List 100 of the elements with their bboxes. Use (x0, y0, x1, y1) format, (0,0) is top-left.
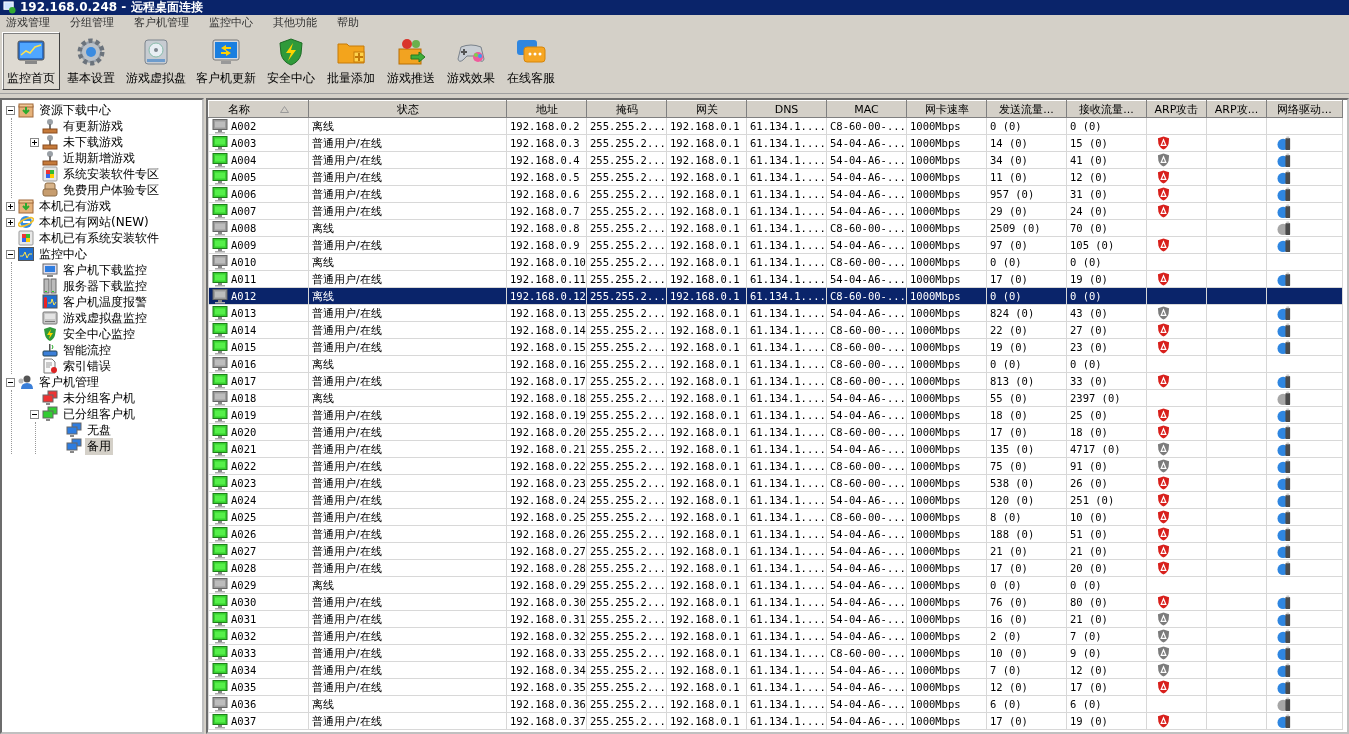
collapse-icon[interactable] (6, 249, 15, 259)
table-row[interactable]: A036 离线 192.168.0.36 255.255.2... 192.168.0.1 61.134.1.... 54-04-A6-... 1000Mbps 6 (0) 6 (0) (208, 695, 1343, 713)
menu-item[interactable]: 客户机管理 (134, 14, 189, 30)
menu-item[interactable]: 游戏管理 (6, 14, 50, 30)
tree-item[interactable]: 资源下载中心 (37, 101, 113, 119)
tree-item[interactable]: 近期新增游戏 (61, 149, 137, 167)
table-row[interactable]: A037 普通用户/在线 192.168.0.37 255.255.2... 192.168.0.1 61.134.1.... 54-04-A6-... 1000Mbps 17 (0) 19 (0) (208, 712, 1343, 730)
collapse-icon[interactable] (6, 377, 15, 387)
table-cell: 普通用户/在线 (308, 661, 507, 679)
column-header[interactable]: 地址 (506, 100, 587, 118)
table-row[interactable]: A032 普通用户/在线 192.168.0.32 255.255.2... 192.168.0.1 61.134.1.... 54-04-A6-... 1000Mbps 2 (0) 7 (0) (208, 627, 1343, 645)
table-row[interactable]: A012 离线 192.168.0.12 255.255.2... 192.168.0.1 61.134.1.... C8-60-00-... 1000Mbps 0 (0) 0 (0) (208, 287, 1343, 305)
tree-item[interactable]: 监控中心 (37, 245, 89, 263)
table-row[interactable]: A011 普通用户/在线 192.168.0.11 255.255.2... 192.168.0.1 61.134.1.... 54-04-A6-... 1000Mbps 17 (0) 19 (0) (208, 270, 1343, 288)
tree-item[interactable]: 智能流控 (61, 341, 113, 359)
expand-icon[interactable] (6, 217, 15, 227)
tree-item[interactable]: 未下载游戏 (61, 133, 125, 151)
toolbar-button[interactable]: 游戏效果 (442, 32, 500, 90)
column-header[interactable]: 状态 (308, 100, 507, 118)
column-header[interactable]: 名称 (208, 100, 309, 118)
column-header[interactable]: DNS (746, 100, 827, 118)
toolbar-button[interactable]: 安全中心 (262, 32, 320, 90)
tree-item[interactable]: 本机已有游戏 (37, 197, 113, 215)
tree-item[interactable]: 本机已有网站(NEW) (37, 213, 151, 231)
toolbar-button[interactable]: 在线客服 (502, 32, 560, 90)
tree-item[interactable]: 客户机温度报警 (61, 293, 149, 311)
toolbar-button[interactable]: 基本设置 (62, 32, 120, 90)
toolbar-button[interactable]: 批量添加 (322, 32, 380, 90)
toolbar-button[interactable]: 游戏推送 (382, 32, 440, 90)
column-header[interactable]: ARP攻... (1206, 100, 1267, 118)
table-row[interactable]: A013 普通用户/在线 192.168.0.13 255.255.2... 192.168.0.1 61.134.1.... 54-04-A6-... 1000Mbps 824 (0) 43 (0) (208, 304, 1343, 322)
tree-item[interactable]: 未分组客户机 (61, 389, 137, 407)
table-cell: 1000Mbps (906, 151, 987, 169)
collapse-icon[interactable] (30, 409, 39, 419)
tree-item[interactable]: 服务器下载监控 (61, 277, 149, 295)
table-row[interactable]: A033 普通用户/在线 192.168.0.33 255.255.2... 192.168.0.1 61.134.1.... C8-60-00-... 1000Mbps 10 (0) 9 (0) (208, 644, 1343, 662)
column-header[interactable]: 接收流量... (1066, 100, 1147, 118)
column-header[interactable]: 网络驱动... (1266, 100, 1343, 118)
table-row[interactable]: A006 普通用户/在线 192.168.0.6 255.255.2... 192.168.0.1 61.134.1.... 54-04-A6-... 1000Mbps 957 (0) 31 (0) (208, 185, 1343, 203)
table-row[interactable]: A023 普通用户/在线 192.168.0.23 255.255.2... 192.168.0.1 61.134.1.... C8-60-00-... 1000Mbps 538 (0) 26 (0) (208, 474, 1343, 492)
column-header[interactable]: MAC (826, 100, 907, 118)
menu-item[interactable]: 帮助 (337, 14, 359, 30)
tree-item[interactable]: 无盘 (85, 421, 113, 439)
menu-item[interactable]: 其他功能 (273, 14, 317, 30)
table-row[interactable]: A021 普通用户/在线 192.168.0.21 255.255.2... 192.168.0.1 61.134.1.... 54-04-A6-... 1000Mbps 135 (0) 4717 (0) (208, 440, 1343, 458)
table-row[interactable]: A019 普通用户/在线 192.168.0.19 255.255.2... 192.168.0.1 61.134.1.... 54-04-A6-... 1000Mbps 18 (0) 25 (0) (208, 406, 1343, 424)
table-row[interactable]: A029 离线 192.168.0.29 255.255.2... 192.168.0.1 61.134.1.... 54-04-A6-... 1000Mbps 0 (0) 0 (0) (208, 576, 1343, 594)
table-row[interactable]: A004 普通用户/在线 192.168.0.4 255.255.2... 192.168.0.1 61.134.1.... 54-04-A6-... 1000Mbps 34 (0) 41 (0) (208, 151, 1343, 169)
expand-icon[interactable] (30, 137, 39, 147)
table-row[interactable]: A034 普通用户/在线 192.168.0.34 255.255.2... 192.168.0.1 61.134.1.... 54-04-A6-... 1000Mbps 7 (0) 12 (0) (208, 661, 1343, 679)
tree-item[interactable]: 索引错误 (61, 357, 113, 375)
table-row[interactable]: A002 离线 192.168.0.2 255.255.2... 192.168.0.1 61.134.1.... C8-60-00-... 1000Mbps 0 (0) 0 (0) (208, 117, 1343, 135)
column-header[interactable]: ARP攻击 (1146, 100, 1207, 118)
table-row[interactable]: A031 普通用户/在线 192.168.0.31 255.255.2... 192.168.0.1 61.134.1.... 54-04-A6-... 1000Mbps 16 (0) 21 (0) (208, 610, 1343, 628)
table-row[interactable]: A022 普通用户/在线 192.168.0.22 255.255.2... 192.168.0.1 61.134.1.... C8-60-00-... 1000Mbps 75 (0) 91 (0) (208, 457, 1343, 475)
expand-icon[interactable] (6, 201, 15, 211)
table-row[interactable]: A003 普通用户/在线 192.168.0.3 255.255.2... 192.168.0.1 61.134.1.... 54-04-A6-... 1000Mbps 14 (0) 15 (0) (208, 134, 1343, 152)
tree-item[interactable]: 客户机管理 (37, 373, 101, 391)
table-row[interactable]: A027 普通用户/在线 192.168.0.27 255.255.2... 192.168.0.1 61.134.1.... 54-04-A6-... 1000Mbps 21 (0) 21 (0) (208, 542, 1343, 560)
table-row[interactable]: A025 普通用户/在线 192.168.0.25 255.255.2... 192.168.0.1 61.134.1.... C8-60-00-... 1000Mbps 8 (0) 10 (0) (208, 508, 1343, 526)
tree-item[interactable]: 安全中心监控 (61, 325, 137, 343)
table-row[interactable]: A024 普通用户/在线 192.168.0.24 255.255.2... 192.168.0.1 61.134.1.... 54-04-A6-... 1000Mbps 120 (0) 251 (0) (208, 491, 1343, 509)
table-row[interactable]: A026 普通用户/在线 192.168.0.26 255.255.2... 192.168.0.1 61.134.1.... 54-04-A6-... 1000Mbps 188 (0) 51 (0) (208, 525, 1343, 543)
table-cell: C8-60-00-... (826, 338, 907, 356)
table-row[interactable]: A028 普通用户/在线 192.168.0.28 255.255.2... 192.168.0.1 61.134.1.... 54-04-A6-... 1000Mbps 17 (0) 20 (0) (208, 559, 1343, 577)
table-row[interactable]: A008 离线 192.168.0.8 255.255.2... 192.168.0.1 61.134.1.... C8-60-00-... 1000Mbps 2509 (0) 70 (0) (208, 219, 1343, 237)
tree-item[interactable]: 有更新游戏 (61, 117, 125, 135)
tree-item[interactable]: 系统安装软件专区 (61, 165, 161, 183)
column-header[interactable]: 网关 (666, 100, 747, 118)
tree-item[interactable]: 免费用户体验专区 (61, 181, 161, 199)
table-cell: 普通用户/在线 (308, 423, 507, 441)
tree-item[interactable]: 游戏虚拟盘监控 (61, 309, 149, 327)
collapse-icon[interactable] (6, 105, 15, 115)
tree-item[interactable]: 客户机下载监控 (61, 261, 149, 279)
column-header[interactable]: 网卡速率 (906, 100, 987, 118)
column-header[interactable]: 发送流量... (986, 100, 1067, 118)
table-row[interactable]: A010 离线 192.168.0.10 255.255.2... 192.168.0.1 61.134.1.... C8-60-00-... 1000Mbps 0 (0) 0 (0) (208, 253, 1343, 271)
table-cell: 192.168.0.1 (666, 168, 747, 186)
toolbar-button[interactable]: 监控首页 (2, 32, 60, 90)
table-row[interactable]: A020 普通用户/在线 192.168.0.20 255.255.2... 192.168.0.1 61.134.1.... C8-60-00-... 1000Mbps 17 (0) 18 (0) (208, 423, 1343, 441)
tree-item[interactable]: 备用 (85, 437, 113, 455)
table-row[interactable]: A030 普通用户/在线 192.168.0.30 255.255.2... 192.168.0.1 61.134.1.... 54-04-A6-... 1000Mbps 76 (0) 80 (0) (208, 593, 1343, 611)
table-cell: 0 (0) (986, 355, 1067, 373)
table-row[interactable]: A007 普通用户/在线 192.168.0.7 255.255.2... 192.168.0.1 61.134.1.... 54-04-A6-... 1000Mbps 29 (0) 24 (0) (208, 202, 1343, 220)
menu-item[interactable]: 监控中心 (209, 14, 253, 30)
table-row[interactable]: A014 普通用户/在线 192.168.0.14 255.255.2... 192.168.0.1 61.134.1.... C8-60-00-... 1000Mbps 22 (0) 27 (0) (208, 321, 1343, 339)
table-cell: 54-04-A6-... (826, 525, 907, 543)
table-row[interactable]: A018 离线 192.168.0.18 255.255.2... 192.168.0.1 61.134.1.... 54-04-A6-... 1000Mbps 55 (0) 2397 (0) (208, 389, 1343, 407)
column-header[interactable]: 掩码 (586, 100, 667, 118)
table-row[interactable]: A035 普通用户/在线 192.168.0.35 255.255.2... 192.168.0.1 61.134.1.... 54-04-A6-... 1000Mbps 12 (0) 17 (0) (208, 678, 1343, 696)
table-row[interactable]: A009 普通用户/在线 192.168.0.9 255.255.2... 192.168.0.1 61.134.1.... 54-04-A6-... 1000Mbps 97 (0) 105 (0) (208, 236, 1343, 254)
toolbar-button[interactable]: 客户机更新 (192, 32, 260, 90)
menu-item[interactable]: 分组管理 (70, 14, 114, 30)
table-row[interactable]: A015 普通用户/在线 192.168.0.15 255.255.2... 192.168.0.1 61.134.1.... C8-60-00-... 1000Mbps 19 (0) 23 (0) (208, 338, 1343, 356)
table-row[interactable]: A005 普通用户/在线 192.168.0.5 255.255.2... 192.168.0.1 61.134.1.... 54-04-A6-... 1000Mbps 11 (0) 12 (0) (208, 168, 1343, 186)
table-row[interactable]: A017 普通用户/在线 192.168.0.17 255.255.2... 192.168.0.1 61.134.1.... C8-60-00-... 1000Mbps 813 (0) 33 (0) (208, 372, 1343, 390)
toolbar-button[interactable]: 游戏虚拟盘 (122, 32, 190, 90)
tree-item[interactable]: 已分组客户机 (61, 405, 137, 423)
table-row[interactable]: A016 离线 192.168.0.16 255.255.2... 192.168.0.1 61.134.1.... C8-60-00-... 1000Mbps 0 (0) 0 (0) (208, 355, 1343, 373)
tree-item[interactable]: 本机已有系统安装软件 (37, 229, 161, 247)
